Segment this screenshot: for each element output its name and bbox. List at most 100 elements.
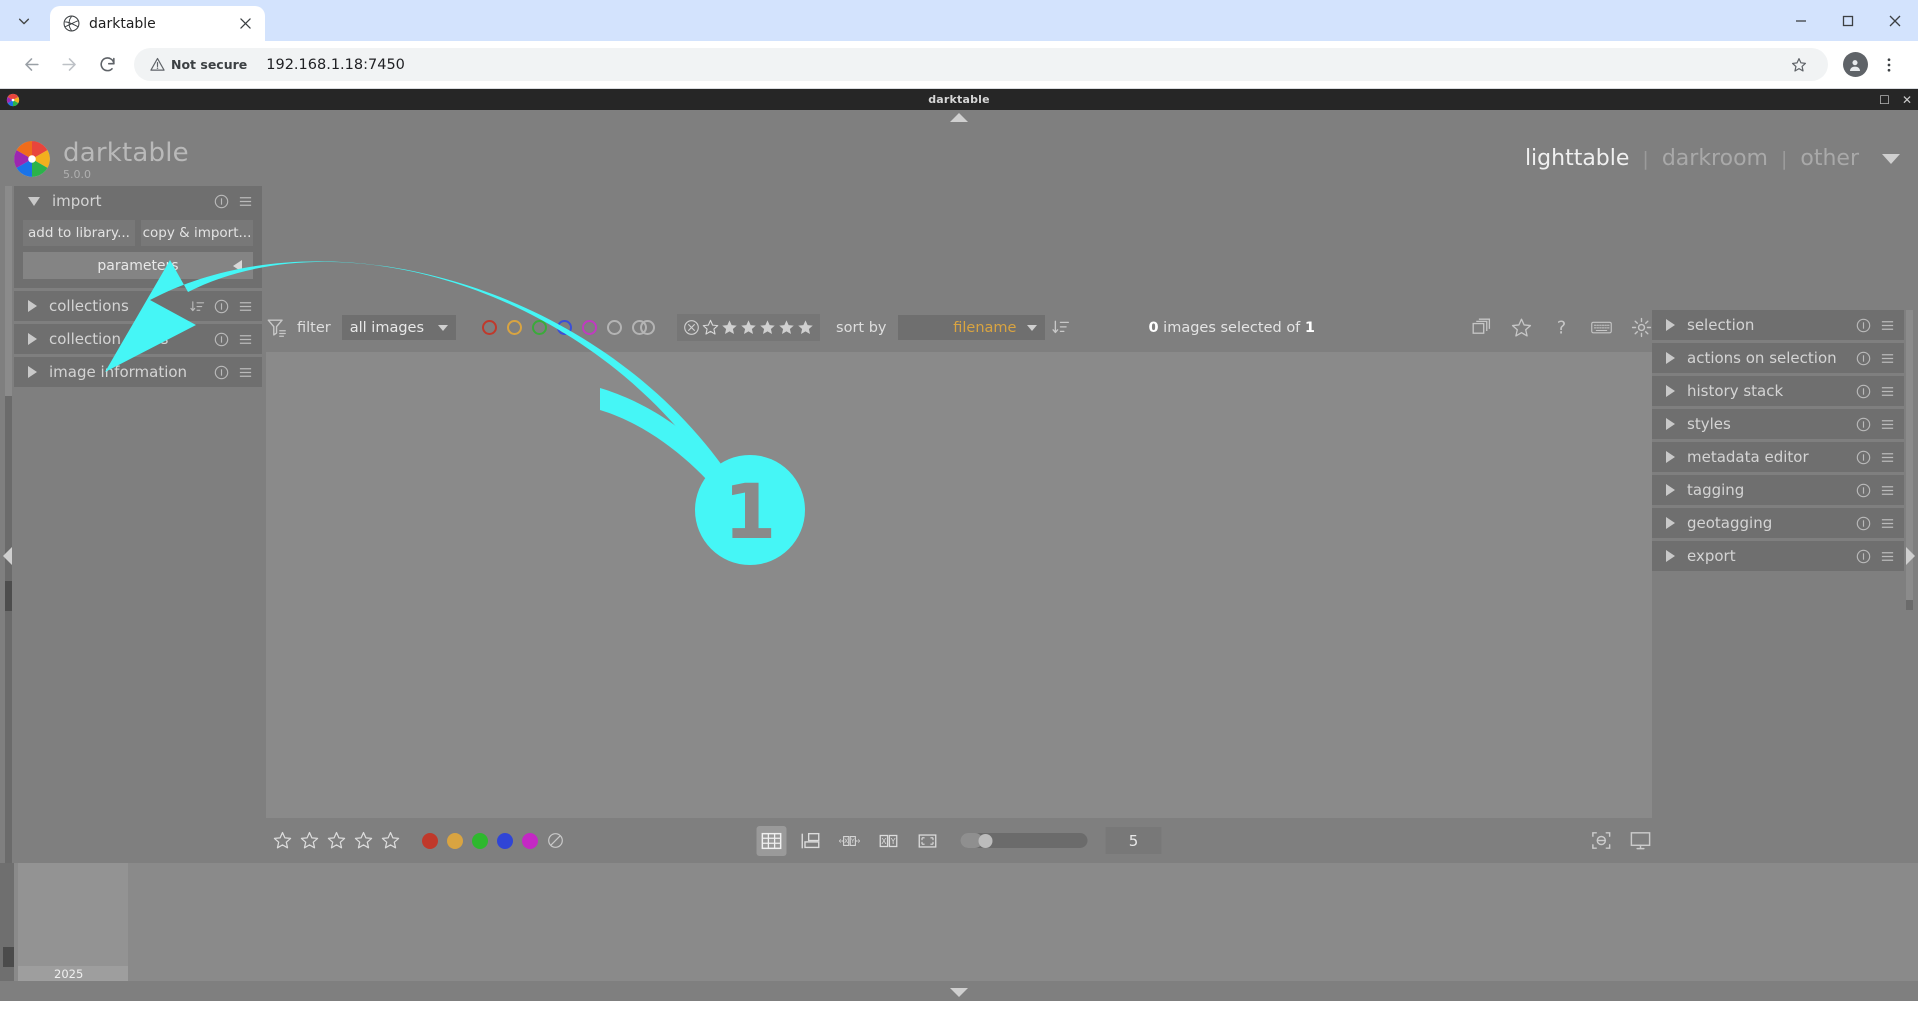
collapse-left-panel-arrow[interactable] <box>3 546 12 565</box>
filter-select[interactable]: all images <box>341 315 457 340</box>
star-icon[interactable] <box>740 319 757 336</box>
zoom-slider-knob[interactable] <box>978 833 993 848</box>
hamburger-presets-icon[interactable] <box>238 332 253 347</box>
sort-list-icon[interactable] <box>190 299 205 314</box>
color-label-blue[interactable] <box>557 320 573 335</box>
hamburger-presets-icon[interactable] <box>1880 384 1895 399</box>
star-outline-icon[interactable] <box>300 831 319 850</box>
zoom-level-value[interactable]: 5 <box>1105 827 1162 854</box>
hamburger-presets-icon[interactable] <box>238 365 253 380</box>
reset-circle-icon[interactable] <box>214 365 229 380</box>
star-icon[interactable] <box>759 319 776 336</box>
reset-circle-icon[interactable] <box>214 194 229 209</box>
window-close-button[interactable] <box>1871 0 1918 41</box>
funnel-filter-icon[interactable] <box>266 317 288 339</box>
module-image-information-header[interactable]: image information <box>14 357 262 387</box>
module-history-stack-header[interactable]: history stack <box>1652 376 1904 406</box>
color-label-gray[interactable] <box>607 320 623 335</box>
bookmark-button[interactable] <box>1784 50 1814 80</box>
browser-menu-button[interactable] <box>1874 50 1904 80</box>
security-status-chip[interactable]: Not secure <box>144 54 255 75</box>
preferences-gear-icon[interactable] <box>1631 317 1652 338</box>
star-icon[interactable] <box>778 319 795 336</box>
hamburger-presets-icon[interactable] <box>1880 516 1895 531</box>
reject-cross-circle-icon[interactable] <box>683 319 700 336</box>
reset-circle-icon[interactable] <box>1856 549 1871 564</box>
display-monitor-icon[interactable] <box>1629 829 1652 852</box>
import-parameters-toggle[interactable]: parameters <box>23 252 253 279</box>
module-collections-header[interactable]: collections <box>14 291 262 321</box>
reset-circle-icon[interactable] <box>214 332 229 347</box>
collapse-top-panel-arrow[interactable] <box>950 113 968 122</box>
set-color-purple[interactable] <box>522 832 538 849</box>
module-tagging-header[interactable]: tagging <box>1652 475 1904 505</box>
right-panel-scrollbar[interactable] <box>1906 310 1913 610</box>
set-color-blue[interactable] <box>497 832 513 849</box>
reset-circle-icon[interactable] <box>1856 384 1871 399</box>
app-close-button[interactable]: ✕ <box>1902 94 1912 106</box>
set-color-red[interactable] <box>422 832 438 849</box>
tab-search-button[interactable] <box>10 7 38 35</box>
color-label-green[interactable] <box>532 320 548 335</box>
collapse-right-panel-arrow[interactable] <box>1906 546 1915 565</box>
window-minimize-button[interactable] <box>1777 0 1824 41</box>
module-collection-filters-header[interactable]: collection filters <box>14 324 262 354</box>
hamburger-presets-icon[interactable] <box>238 299 253 314</box>
layout-culling-dynamic[interactable]: X Y <box>874 826 904 856</box>
copy-and-import-button[interactable]: copy & import... <box>141 220 253 246</box>
reload-button[interactable] <box>90 48 124 82</box>
hamburger-presets-icon[interactable] <box>1880 417 1895 432</box>
tab-close-button[interactable] <box>235 14 255 34</box>
add-to-library-button[interactable]: add to library... <box>23 220 135 246</box>
hamburger-presets-icon[interactable] <box>1880 351 1895 366</box>
left-panel-scrollbar[interactable] <box>5 186 12 968</box>
hamburger-presets-icon[interactable] <box>1880 549 1895 564</box>
hamburger-presets-icon[interactable] <box>238 194 253 209</box>
module-selection-header[interactable]: selection <box>1652 310 1904 340</box>
collapse-bottom-panel-arrow[interactable] <box>950 988 968 997</box>
filmstrip[interactable]: 2025 <box>0 863 1918 991</box>
module-import-header[interactable]: import <box>14 186 262 216</box>
focus-peaking-icon[interactable] <box>1590 829 1613 852</box>
reset-circle-icon[interactable] <box>1856 483 1871 498</box>
module-export-header[interactable]: export <box>1652 541 1904 571</box>
layout-culling-fixed[interactable]: X Y <box>835 826 865 856</box>
browser-tab[interactable]: darktable <box>50 6 265 41</box>
help-question-icon[interactable]: ? <box>1551 317 1572 338</box>
layout-fullpreview[interactable] <box>913 826 943 856</box>
view-other[interactable]: other <box>1800 146 1859 171</box>
app-restore-button[interactable]: ☐ <box>1879 94 1890 106</box>
star-outline-icon[interactable] <box>327 831 346 850</box>
zoom-level-slider[interactable] <box>960 833 1088 848</box>
no-color-slash-icon[interactable] <box>547 832 564 849</box>
filmstrip-scrollbar-thumb[interactable] <box>3 947 14 967</box>
caret-down-icon[interactable] <box>1882 153 1900 164</box>
star-outline-icon[interactable] <box>381 831 400 850</box>
address-bar[interactable]: Not secure 192.168.1.18:7450 <box>134 48 1828 81</box>
grouping-icon[interactable] <box>1471 317 1492 338</box>
reset-circle-icon[interactable] <box>1856 351 1871 366</box>
sort-by-select[interactable]: filename <box>898 315 1046 340</box>
reset-circle-icon[interactable] <box>214 299 229 314</box>
color-label-red[interactable] <box>482 320 498 335</box>
left-panel-scrollbar-marker[interactable] <box>5 581 12 611</box>
forward-button[interactable] <box>52 48 86 82</box>
star-outline-icon[interactable] <box>273 831 292 850</box>
color-label-yellow[interactable] <box>507 320 523 335</box>
keyboard-shortcuts-icon[interactable] <box>1591 317 1612 338</box>
color-label-purple[interactable] <box>582 320 598 335</box>
profile-button[interactable] <box>1840 50 1870 80</box>
filmstrip-scrollbar[interactable] <box>0 863 14 991</box>
view-lighttable[interactable]: lighttable <box>1525 146 1629 171</box>
left-panel-scrollbar-thumb[interactable] <box>5 186 12 396</box>
reset-circle-icon[interactable] <box>1856 318 1871 333</box>
hamburger-presets-icon[interactable] <box>1880 450 1895 465</box>
two-circles-icon[interactable] <box>632 320 656 335</box>
module-styles-header[interactable]: styles <box>1652 409 1904 439</box>
star-icon[interactable] <box>721 319 738 336</box>
layout-zoomable[interactable] <box>796 826 826 856</box>
hamburger-presets-icon[interactable] <box>1880 483 1895 498</box>
set-color-yellow[interactable] <box>447 832 463 849</box>
view-darkroom[interactable]: darkroom <box>1662 146 1768 171</box>
back-button[interactable] <box>14 48 48 82</box>
